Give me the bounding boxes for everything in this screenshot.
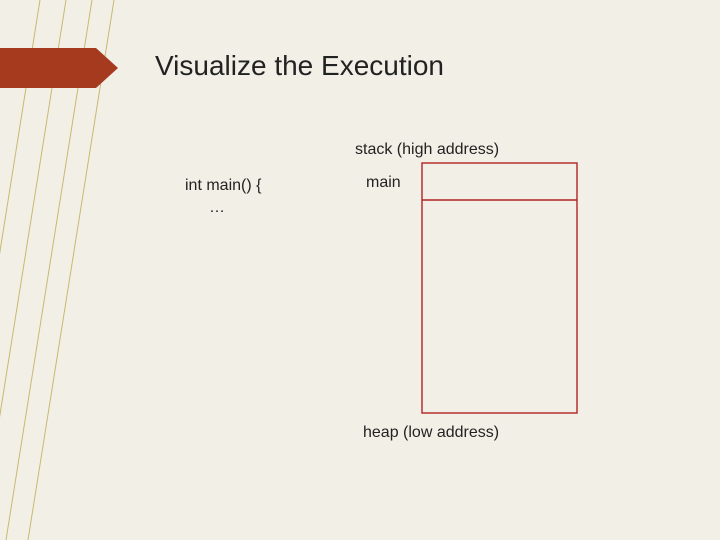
stack-top-label: stack (high address) <box>355 141 499 159</box>
slide-title: Visualize the Execution <box>155 50 444 82</box>
title-arrow-icon <box>0 48 122 90</box>
code-line-1: int main() { <box>185 175 261 197</box>
slide: Visualize the Execution int main() { … s… <box>0 0 720 540</box>
code-block: int main() { … <box>185 175 261 218</box>
stack-frame-label: main <box>366 174 401 192</box>
code-line-2: … <box>185 197 261 219</box>
stack-diagram: main <box>352 160 582 416</box>
stack-bottom-label: heap (low address) <box>363 424 499 442</box>
